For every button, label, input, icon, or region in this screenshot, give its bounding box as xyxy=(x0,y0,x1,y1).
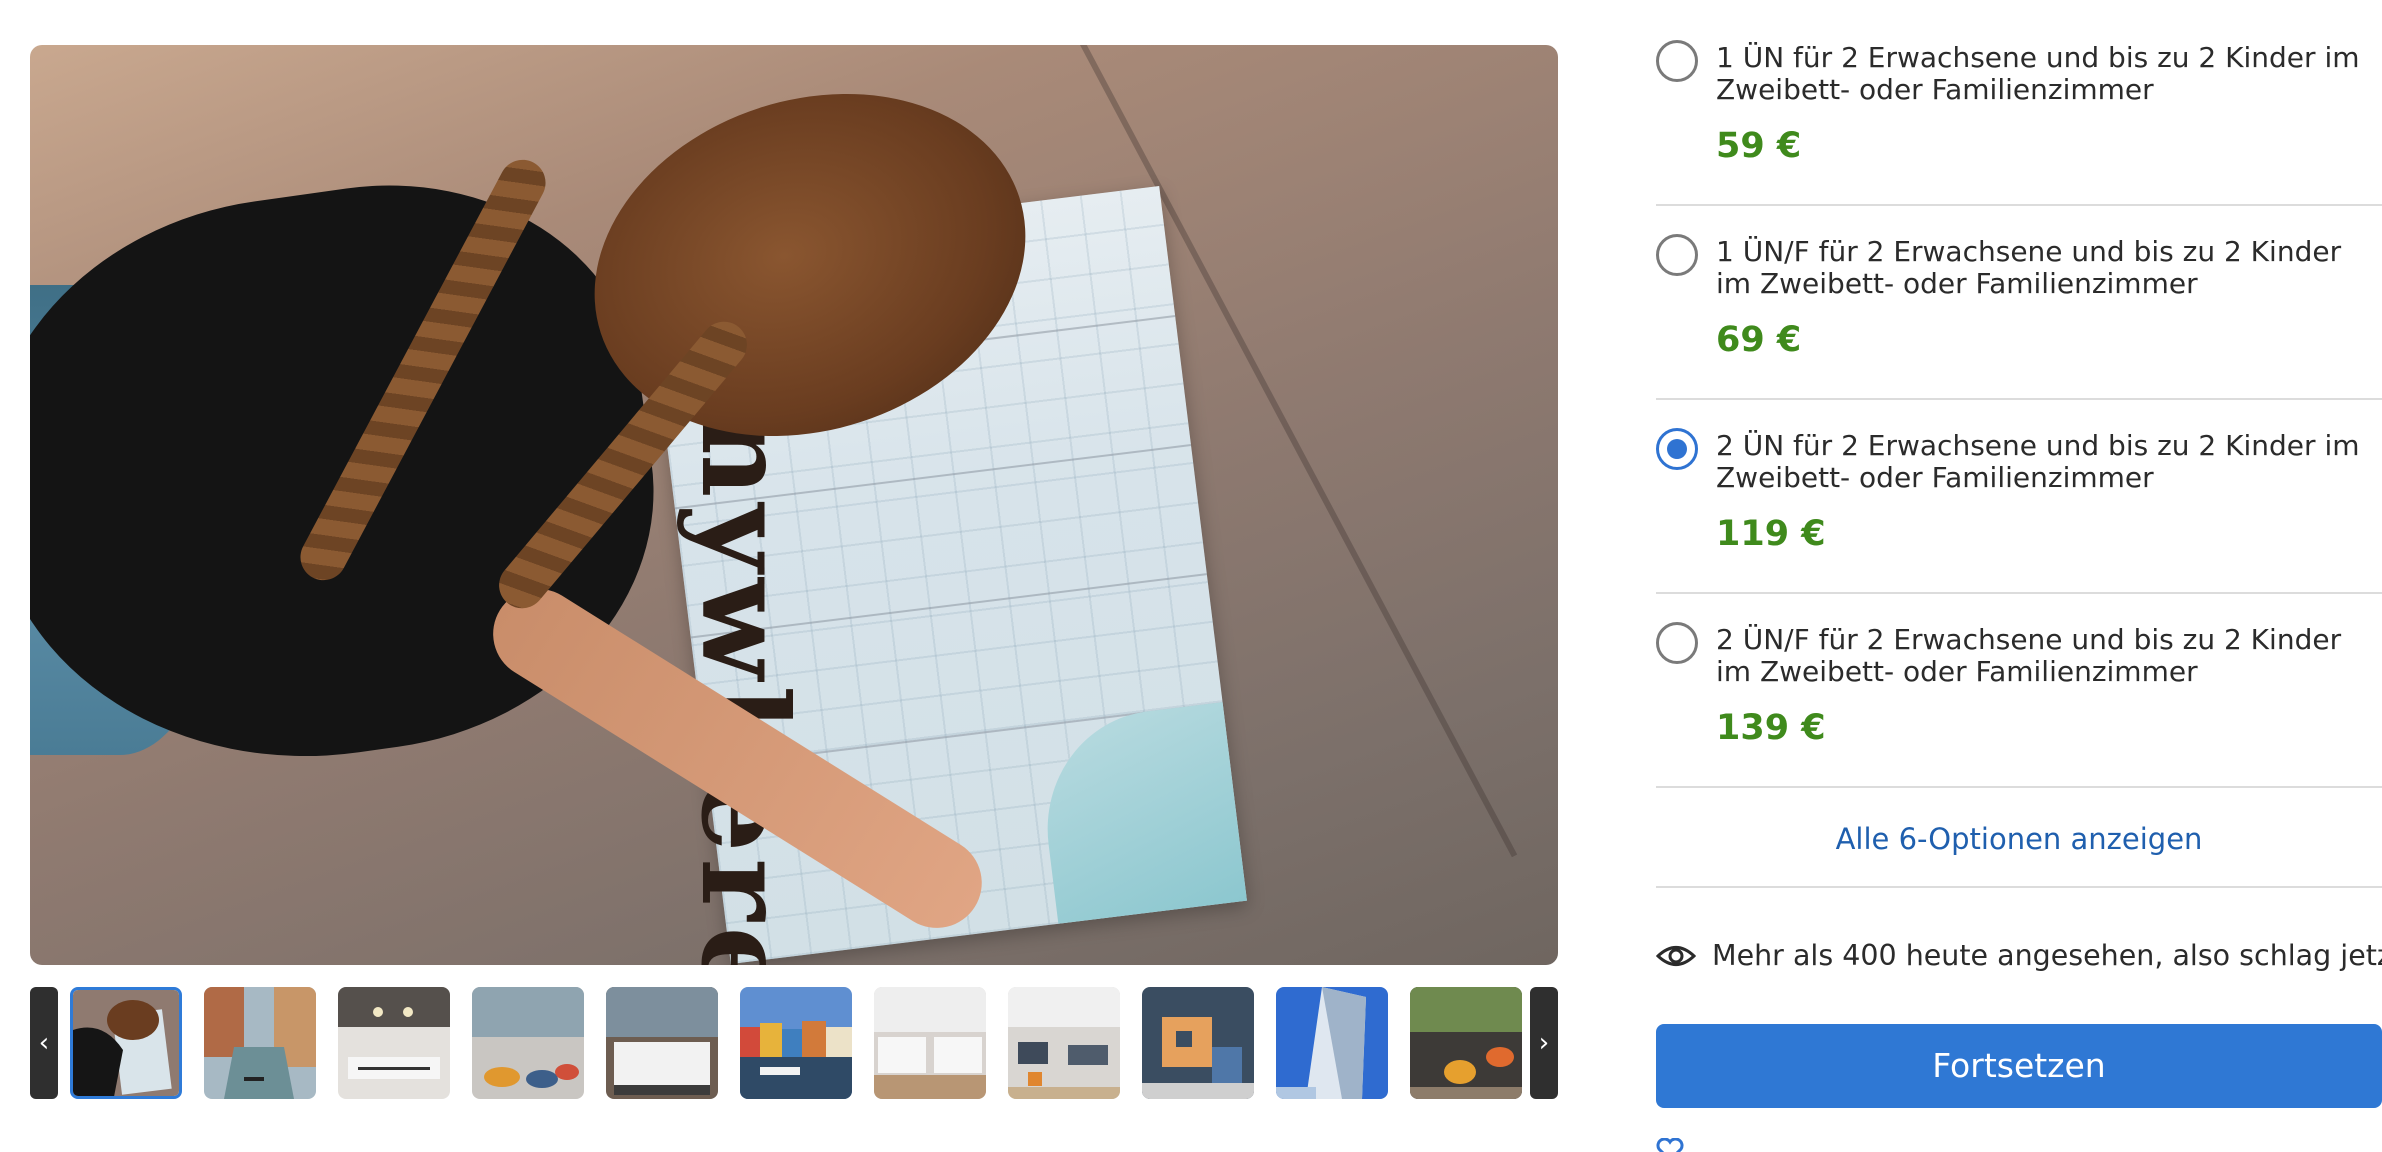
chevron-right-icon[interactable]: › xyxy=(1530,987,1558,1099)
main-photo[interactable]: anywhere xyxy=(30,45,1558,965)
radio-button[interactable] xyxy=(1656,622,1698,664)
option-price: 69 € xyxy=(1716,320,1802,360)
chevron-left-icon[interactable]: ‹ xyxy=(30,987,58,1099)
option-price: 59 € xyxy=(1716,126,1802,166)
option-price: 139 € xyxy=(1716,708,1826,748)
viewed-notice-text: Mehr als 400 heute angesehen, also schla… xyxy=(1712,939,2382,972)
viewed-notice: Mehr als 400 heute angesehen, also schla… xyxy=(1656,938,2382,974)
option-label: 1 ÜN für 2 Erwachsene und bis zu 2 Kinde… xyxy=(1716,41,2360,106)
options-panel: 1 ÜN für 2 Erwachsene und bis zu 2 Kinde… xyxy=(1656,0,2382,1152)
option-label: 2 ÜN/F für 2 Erwachsene und bis zu 2 Kin… xyxy=(1716,623,2342,688)
radio-button-selected[interactable] xyxy=(1656,428,1698,470)
thumbnail-harbor-houses[interactable] xyxy=(740,987,852,1099)
radio-button[interactable] xyxy=(1656,234,1698,276)
option-label: 1 ÜN/F für 2 Erwachsene und bis zu 2 Kin… xyxy=(1716,235,2342,300)
thumbnail-map[interactable] xyxy=(70,987,182,1099)
option-label: 2 ÜN für 2 Erwachsene und bis zu 2 Kinde… xyxy=(1716,429,2360,494)
thumbnail-strip: ‹ › xyxy=(30,987,1558,1099)
divider xyxy=(1656,786,2382,788)
map-sea xyxy=(1033,702,1247,924)
thumbnail-hostel-lobby[interactable] xyxy=(338,987,450,1099)
option-item[interactable]: 1 ÜN/F für 2 Erwachsene und bis zu 2 Kin… xyxy=(1656,194,2382,388)
thumbnail-common-room[interactable] xyxy=(1008,987,1120,1099)
radio-button[interactable] xyxy=(1656,40,1698,82)
thumbnail-bedroom[interactable] xyxy=(606,987,718,1099)
eye-icon xyxy=(1656,946,1696,966)
option-price: 119 € xyxy=(1716,514,1826,554)
thumbnail-restaurant[interactable] xyxy=(1410,987,1522,1099)
thumbnail-twin-bed-room[interactable] xyxy=(874,987,986,1099)
continue-button[interactable]: Fortsetzen xyxy=(1656,1024,2382,1108)
thumbnail-kids-play-area[interactable] xyxy=(1142,987,1254,1099)
divider xyxy=(1656,886,2382,888)
thumbnail-hotel-tower[interactable] xyxy=(1276,987,1388,1099)
option-item[interactable]: 1 ÜN für 2 Erwachsene und bis zu 2 Kinde… xyxy=(1656,0,2382,194)
thumbnail-lounge[interactable] xyxy=(472,987,584,1099)
option-item[interactable]: 2 ÜN/F für 2 Erwachsene und bis zu 2 Kin… xyxy=(1656,582,2382,776)
option-item[interactable]: 2 ÜN für 2 Erwachsene und bis zu 2 Kinde… xyxy=(1656,388,2382,582)
show-all-options-link[interactable]: Alle 6-Optionen anzeigen xyxy=(1656,822,2382,856)
thumbnail-venice-canal[interactable] xyxy=(204,987,316,1099)
